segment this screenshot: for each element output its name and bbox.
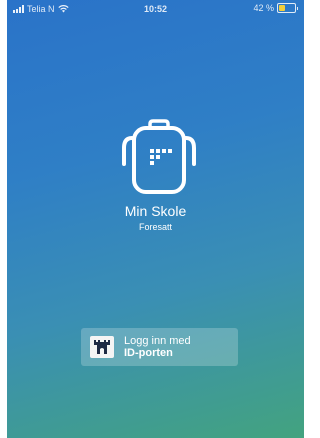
battery-percent: 42 % [253,3,274,13]
login-label-line1: Logg inn med [124,335,191,347]
login-label-line2: ID-porten [124,347,173,359]
battery-tip [297,6,298,10]
status-bar: Telia N 10:52 42 % [7,0,304,18]
battery-icon [277,3,296,13]
app-screen: Telia N 10:52 42 % Min Skole Foresatt Lo… [7,0,304,438]
app-title: Min Skole [124,203,187,219]
id-porten-icon [90,336,114,358]
status-right: 42 % [253,3,298,13]
login-text: Logg inn med ID-porten [124,335,191,359]
battery-fill [279,5,286,11]
app-subtitle: Foresatt [138,222,172,232]
login-id-porten-button[interactable]: Logg inn med ID-porten [81,328,238,366]
backpack-icon [122,119,196,194]
